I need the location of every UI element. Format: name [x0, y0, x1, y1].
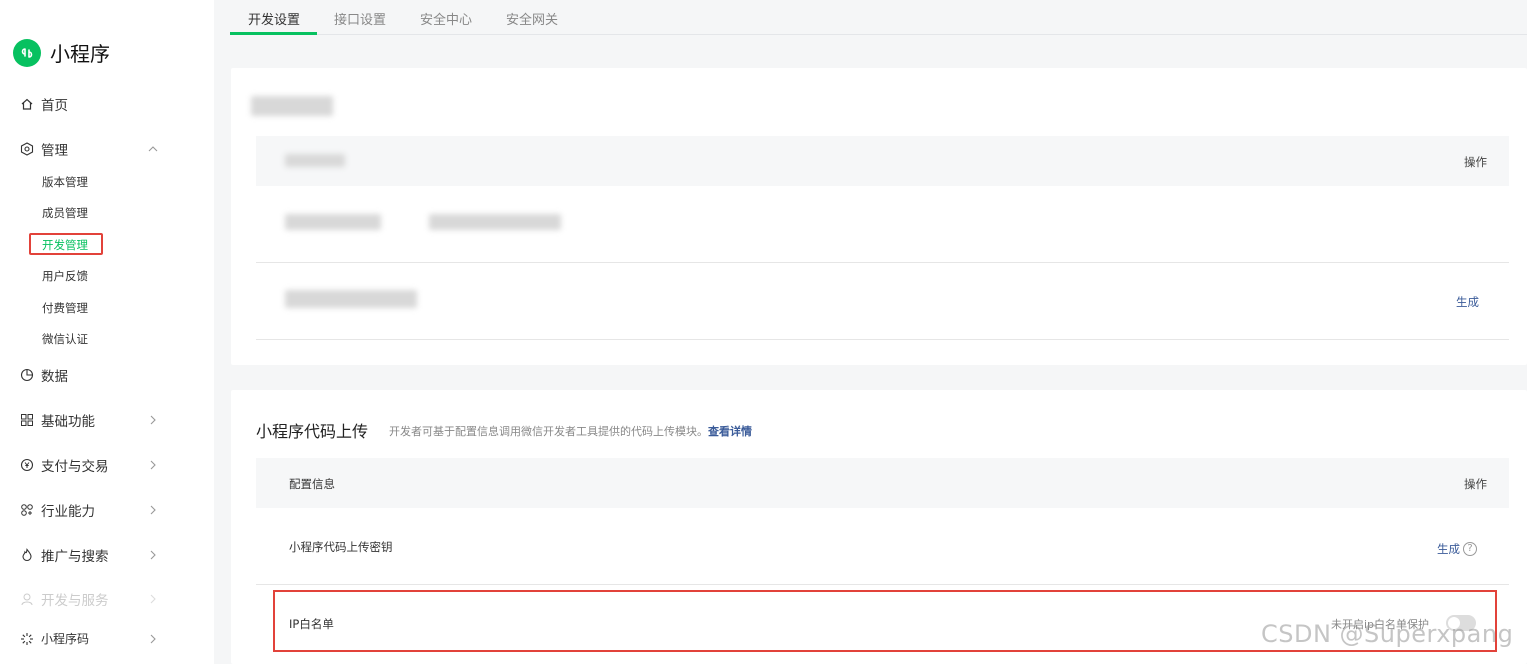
redacted-title — [251, 96, 333, 116]
sidebar-item-manage[interactable]: 管理 — [19, 139, 159, 159]
chevron-right-icon — [150, 634, 156, 643]
redacted-cell — [285, 290, 417, 308]
sidebar-item-home[interactable]: 首页 — [19, 94, 159, 114]
sidebar-item-label: 支付与交易 — [41, 459, 109, 475]
row-divider — [256, 584, 1509, 585]
tab-dev-settings[interactable]: 开发设置 — [248, 9, 300, 28]
sidebar-item-basic[interactable]: 基础功能 — [19, 410, 159, 430]
sidebar-item-label: 行业能力 — [41, 504, 95, 520]
sidebar-item-label: 基础功能 — [41, 414, 95, 430]
industry-icon — [19, 503, 34, 518]
grid-icon — [19, 413, 34, 428]
yen-icon — [19, 458, 34, 473]
section-title: 小程序代码上传 — [256, 422, 369, 441]
sidebar-item-label: 小程序码 — [41, 632, 90, 646]
chevron-right-icon — [150, 550, 156, 560]
tab-security-center[interactable]: 安全中心 — [420, 9, 472, 28]
sidebar-item-promotion[interactable]: 推广与搜索 — [19, 545, 159, 565]
chevron-right-icon — [150, 594, 156, 604]
dev-settings-card: 操作 生成 — [231, 68, 1527, 365]
qrcode-icon — [19, 631, 34, 646]
view-details-link[interactable]: 查看详情 — [708, 425, 752, 438]
sidebar-item-label: 管理 — [41, 143, 68, 159]
chevron-right-icon — [150, 505, 156, 515]
redacted-cell — [429, 214, 561, 230]
pie-chart-icon — [19, 368, 34, 383]
service-icon — [19, 592, 34, 607]
miniprogram-logo-icon — [13, 38, 41, 67]
sidebar-subitem-version[interactable]: 版本管理 — [42, 174, 88, 190]
sidebar-item-label: 开发与服务 — [41, 593, 109, 609]
sidebar-subitem-billing[interactable]: 付费管理 — [42, 300, 88, 316]
chevron-right-icon — [150, 460, 156, 470]
chevron-up-icon — [148, 146, 158, 152]
row-divider — [256, 262, 1509, 263]
chevron-right-icon — [150, 415, 156, 425]
watermark-text: CSDN @Superxpang — [1261, 620, 1514, 648]
sidebar-item-label: 首页 — [41, 98, 68, 114]
sidebar-item-dev-service[interactable]: 开发与服务 — [19, 589, 159, 609]
column-header-operation: 操作 — [1464, 155, 1487, 169]
section-description: 开发者可基于配置信息调用微信开发者工具提供的代码上传模块。查看详情 — [389, 423, 752, 439]
generate-key-link[interactable]: 生成 — [1437, 542, 1460, 556]
active-tab-indicator — [230, 32, 317, 35]
sidebar-subitem-wechat-cert[interactable]: 微信认证 — [42, 331, 88, 347]
upload-key-actions: 生成? — [1437, 538, 1477, 557]
tab-security-gateway[interactable]: 安全网关 — [506, 9, 558, 28]
app-logo[interactable]: 小程序 — [13, 38, 110, 67]
sidebar-subitem-members[interactable]: 成员管理 — [42, 205, 88, 221]
table-header: 操作 — [256, 136, 1509, 186]
sidebar-item-industry[interactable]: 行业能力 — [19, 500, 159, 520]
sidebar-subitem-feedback[interactable]: 用户反馈 — [42, 268, 88, 284]
column-header-operation: 操作 — [1464, 477, 1487, 491]
sidebar-item-label: 推广与搜索 — [41, 549, 109, 565]
sidebar-item-payment[interactable]: 支付与交易 — [19, 455, 159, 475]
sidebar-item-data[interactable]: 数据 — [19, 365, 159, 385]
redacted-cell — [285, 214, 381, 230]
highlight-box-dev-manage — [29, 233, 103, 255]
upload-key-label: 小程序代码上传密钥 — [289, 540, 393, 554]
column-header-config: 配置信息 — [289, 477, 335, 491]
sidebar-item-qrcode[interactable]: 小程序码 — [19, 630, 159, 647]
help-icon[interactable]: ? — [1463, 541, 1477, 556]
sidebar-item-label: 数据 — [41, 369, 68, 385]
redacted-header — [285, 154, 345, 167]
tab-interface-settings[interactable]: 接口设置 — [334, 9, 386, 28]
app-title: 小程序 — [50, 42, 110, 66]
row-divider — [256, 339, 1509, 340]
manage-icon — [19, 142, 34, 157]
sidebar: 小程序 首页 管理 版本管理 成员管理 开发管理 用户反馈 付费管理 微信认证 … — [0, 0, 214, 664]
flame-icon — [19, 548, 34, 563]
generate-link[interactable]: 生成 — [1456, 294, 1479, 310]
table-header: 配置信息 操作 — [256, 458, 1509, 508]
description-text: 开发者可基于配置信息调用微信开发者工具提供的代码上传模块。 — [389, 425, 708, 438]
home-icon — [19, 97, 34, 112]
